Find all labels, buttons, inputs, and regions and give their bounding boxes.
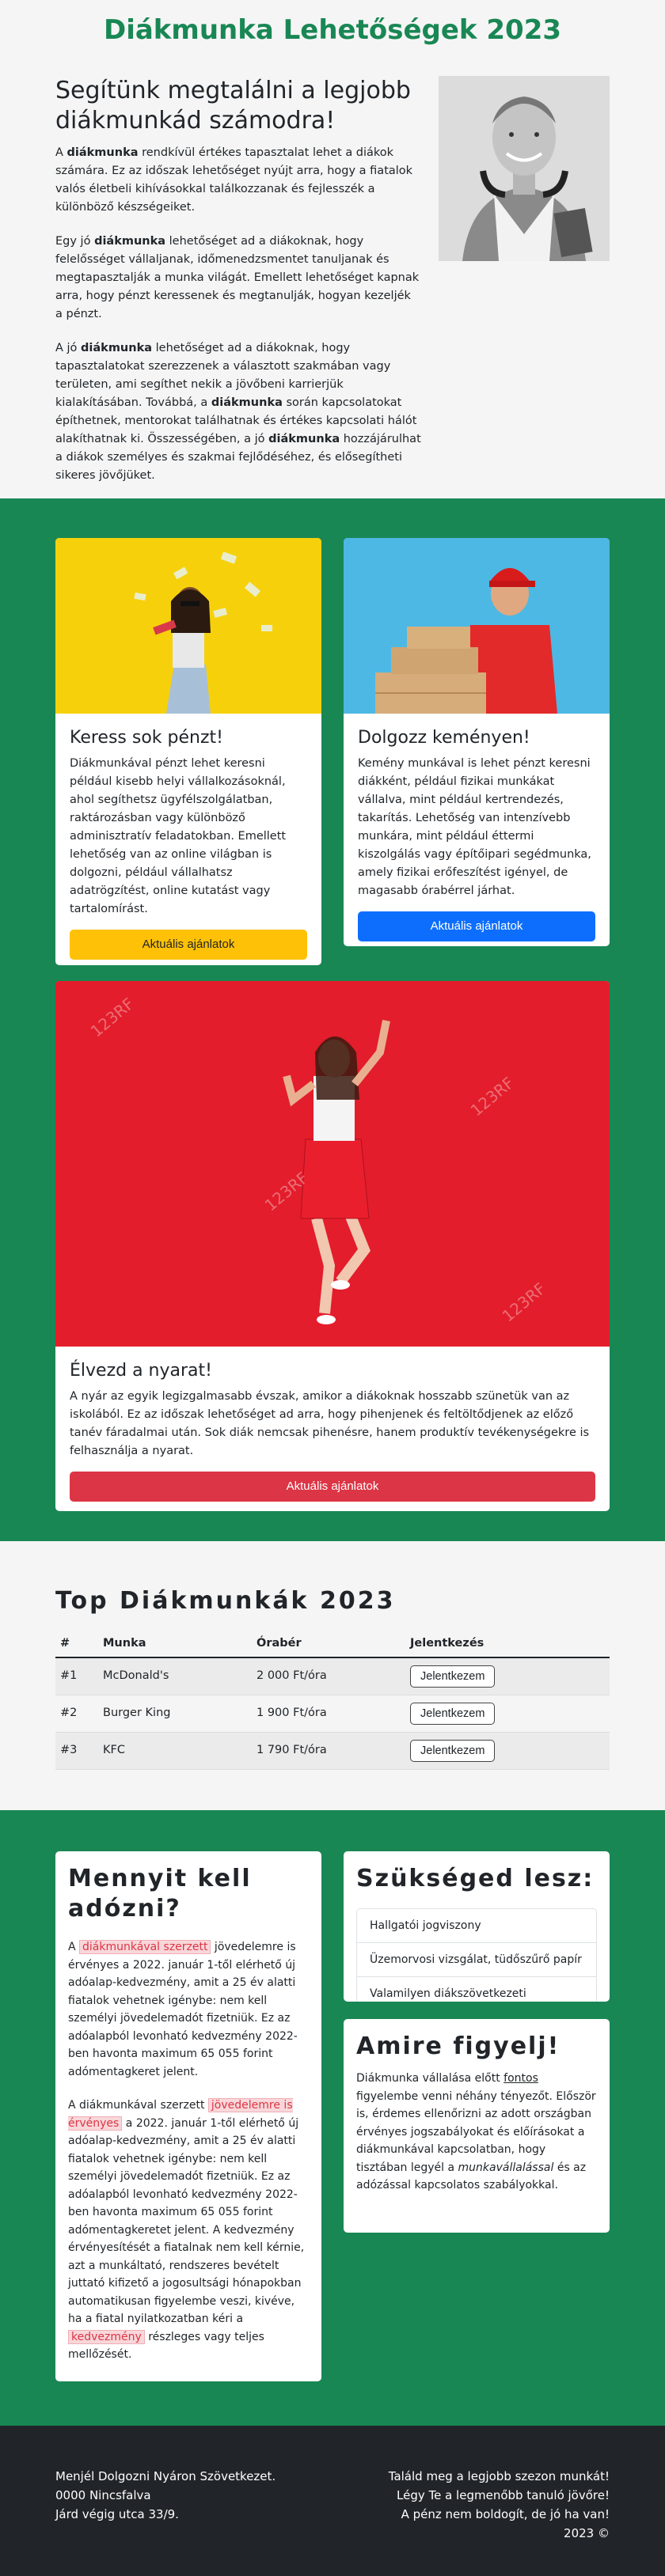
card-title: Élvezd a nyarat! [70, 1361, 212, 1381]
current-offers-button[interactable]: Aktuális ajánlatok [358, 911, 595, 941]
table-row: #3 KFC 1 790 Ft/óra Jelentkezem [55, 1732, 610, 1770]
requirements-card: Szükséged lesz: Hallgatói jogviszony Üze… [344, 1851, 610, 2002]
tax-title: Mennyit kell adózni? [68, 1865, 252, 1923]
apply-button[interactable]: Jelentkezem [410, 1665, 496, 1688]
list-item: Üzemorvosi vizsgálat, tüdőszűrő papír [357, 1943, 596, 1977]
job-cell: Burger King [98, 1695, 252, 1733]
wage-cell: 1 790 Ft/óra [252, 1732, 405, 1770]
card-text: Kemény munkával is lehet pénzt keresni d… [358, 757, 591, 897]
list-item: Valamilyen diákszövetkezeti szerződés [370, 1987, 526, 2000]
tax-paragraph-2: A diákmunkával szerzett jövedelemre is é… [68, 2098, 305, 2361]
column-header: # [55, 1631, 98, 1659]
tax-paragraph-1: A diákmunkával szerzett jövedelemre is é… [68, 1940, 298, 2078]
footer-slogans: Találd meg a legjobb szezon munkát! Légy… [388, 2469, 610, 2540]
rank-cell: #2 [55, 1695, 98, 1733]
attention-card: Amire figyelj! Diákmunka vállalása előtt… [344, 2019, 610, 2233]
intro-text: Segítünk megtalálni a legjobb diákmunkád… [55, 76, 421, 501]
cards-section: Keress sok pénzt! Diákmunkával pénzt leh… [0, 498, 665, 1541]
top-jobs-table: # Munka Órabér Jelentkezés #1 McDonald's… [55, 1631, 610, 1770]
card-text: Diákmunkával pénzt lehet keresni például… [70, 757, 287, 915]
apply-button[interactable]: Jelentkezem [410, 1739, 496, 1762]
column-header: Jelentkezés [405, 1631, 610, 1659]
tax-card: Mennyit kell adózni? A diákmunkával szer… [55, 1851, 321, 2381]
top-jobs-section: Top Diákmunkák 2023 # Munka Órabér Jelen… [0, 1541, 665, 1810]
delivery-image [344, 538, 610, 714]
table-row: #2 Burger King 1 900 Ft/óra Jelentkezem [55, 1695, 610, 1733]
footer: Menjél Dolgozni Nyáron Szövetkezet. 0000… [0, 2426, 665, 2576]
summer-image: 123RF 123RF 123RF 123RF [55, 981, 610, 1347]
rank-cell: #3 [55, 1732, 98, 1770]
intro-paragraph-1: A diákmunka rendkívül értékes tapasztala… [55, 146, 413, 214]
attention-title: Amire figyelj! [356, 2032, 560, 2060]
card-text: A nyár az egyik legizgalmasabb évszak, a… [70, 1390, 590, 1457]
page-title: Diákmunka Lehetőségek 2023 [103, 14, 562, 46]
highlight: diákmunkával szerzett [79, 1940, 211, 1954]
money-image [55, 538, 321, 714]
card-money: Keress sok pénzt! Diákmunkával pénzt leh… [55, 538, 321, 965]
footer-address: Menjél Dolgozni Nyáron Szövetkezet. 0000… [55, 2469, 276, 2521]
requirements-title: Szükséged lesz: [356, 1865, 595, 1892]
attention-text: Diákmunka vállalása előtt fontos figyele… [356, 2072, 596, 2191]
wage-cell: 2 000 Ft/óra [252, 1657, 405, 1695]
list-item: Hallgatói jogviszony [357, 1909, 596, 1943]
card-title: Keress sok pénzt! [70, 728, 223, 748]
card-work-hard: Dolgozz keményen! Kemény munkával is leh… [344, 538, 610, 946]
job-cell: McDonald's [98, 1657, 252, 1695]
top-jobs-title: Top Diákmunkák 2023 [55, 1587, 396, 1615]
apply-button[interactable]: Jelentkezem [410, 1702, 496, 1725]
intro-section: Segítünk megtalálni a legjobb diákmunkád… [0, 55, 665, 498]
requirements-list: Hallgatói jogviszony Üzemorvosi vizsgála… [356, 1908, 597, 2002]
student-photo [439, 76, 610, 261]
highlight: kedvezmény [68, 2329, 145, 2344]
intro-paragraph-2: Egy jó diákmunka lehetőséget ad a diákok… [55, 235, 420, 320]
header-section: Diákmunka Lehetőségek 2023 Segítünk megt… [0, 0, 665, 498]
table-row: #1 McDonald's 2 000 Ft/óra Jelentkezem [55, 1657, 610, 1695]
info-section: Mennyit kell adózni? A diákmunkával szer… [0, 1810, 665, 2426]
intro-heading: Segítünk megtalálni a legjobb diákmunkád… [55, 77, 411, 134]
job-cell: KFC [98, 1732, 252, 1770]
rank-cell: #1 [55, 1657, 98, 1695]
wage-cell: 1 900 Ft/óra [252, 1695, 405, 1733]
column-header: Órabér [252, 1631, 405, 1659]
card-title: Dolgozz keményen! [358, 728, 530, 748]
column-header: Munka [98, 1631, 252, 1659]
current-offers-button[interactable]: Aktuális ajánlatok [70, 1472, 595, 1502]
card-summer: 123RF 123RF 123RF 123RF Élvezd a nyarat!… [55, 981, 610, 1511]
intro-paragraph-3: A jó diákmunka lehetőséget ad a diákokna… [55, 342, 421, 482]
current-offers-button[interactable]: Aktuális ajánlatok [70, 930, 307, 960]
